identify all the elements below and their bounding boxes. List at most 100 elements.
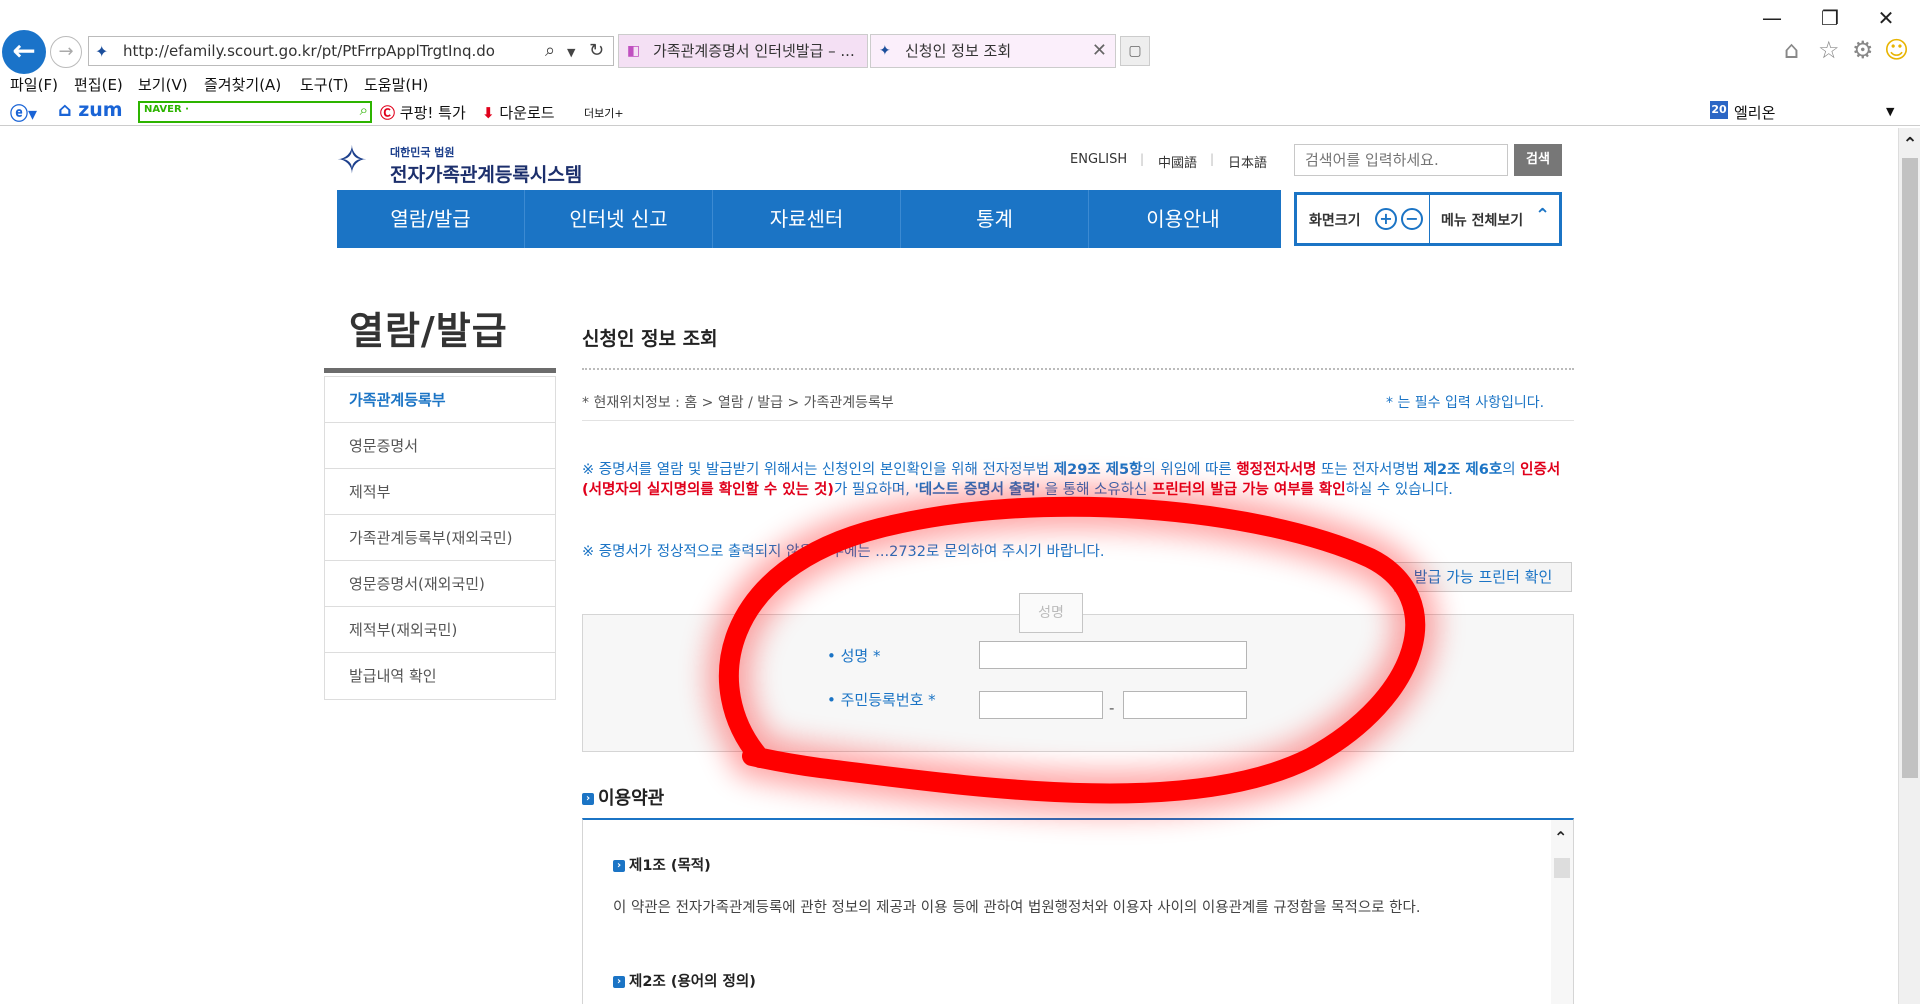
menu-edit[interactable]: 편집(E) xyxy=(74,74,123,95)
gnb-usage-guide[interactable]: 이용안내 xyxy=(1089,190,1277,248)
sidebar-item-removed-register-overseas[interactable]: 제적부(재외국민) xyxy=(325,607,555,653)
naver-search-input[interactable]: NAVER · ⌕ xyxy=(138,101,372,123)
home-icon[interactable]: ⌂ xyxy=(1784,36,1799,64)
dropdown-caret-icon[interactable]: ▼ xyxy=(567,46,575,59)
more-link[interactable]: 더보기+ xyxy=(584,105,624,121)
menu-favorites[interactable]: 즐겨찾기(A) xyxy=(204,74,281,95)
site-logo[interactable]: ✧ 대한민국 법원 전자가족관계등록시스템 xyxy=(336,138,582,194)
terms-scrollbar[interactable]: ⌃ xyxy=(1551,820,1573,1004)
forward-arrow-icon[interactable]: → xyxy=(50,36,82,68)
browser-toolbar: ⓔ▾ ⌂ zum NAVER · ⌕ Ⓒ 쿠팡! 특가 ⬇ 다운로드 더보기+ … xyxy=(0,98,1920,126)
page-tools: 화면크기 + − 메뉴 전체보기 ⌃ xyxy=(1294,192,1562,246)
tab-applicant-info[interactable]: ✦ 신청인 정보 조회 ✕ xyxy=(870,34,1116,68)
close-icon[interactable]: ✕ xyxy=(1092,35,1107,67)
sidebar-item-family-register[interactable]: 가족관계등록부 xyxy=(325,377,555,423)
coupang-icon: Ⓒ xyxy=(380,104,396,122)
sidebar-item-issue-history[interactable]: 발급내역 확인 xyxy=(325,653,555,699)
name-input[interactable] xyxy=(979,641,1247,669)
new-tab-button[interactable]: ▢ xyxy=(1120,36,1150,66)
all-menu-button[interactable]: 메뉴 전체보기 xyxy=(1441,210,1523,230)
site-search-input[interactable] xyxy=(1294,144,1508,176)
tab-label: 가족관계증명서 인터넷발급 – ... xyxy=(653,42,855,60)
rrn-front-input[interactable] xyxy=(979,691,1103,719)
menu-tools[interactable]: 도구(T) xyxy=(300,74,348,95)
required-note: * 는 필수 입력 사항입니다. xyxy=(1386,395,1545,411)
close-window-button[interactable]: ✕ xyxy=(1866,4,1906,32)
bullet-arrow-icon: › xyxy=(613,976,625,988)
coupang-link[interactable]: Ⓒ 쿠팡! 특가 xyxy=(380,102,466,123)
sidebar-item-english-certificate-overseas[interactable]: 영문증명서(재외국민) xyxy=(325,561,555,607)
sidebar-item-english-certificate[interactable]: 영문증명서 xyxy=(325,423,555,469)
tab-label: 신청인 정보 조회 xyxy=(905,42,1012,60)
article-title-label: 제1조 (목적) xyxy=(629,858,711,874)
magnifier-icon[interactable]: ⌕ xyxy=(545,40,555,61)
sidebar-item-family-register-overseas[interactable]: 가족관계등록부(재외국민) xyxy=(325,515,555,561)
scroll-up-icon[interactable]: ⌃ xyxy=(1899,134,1920,155)
restore-button[interactable]: ❐ xyxy=(1810,4,1850,32)
refresh-icon[interactable]: ↻ xyxy=(589,40,604,61)
scroll-thumb[interactable] xyxy=(1902,158,1918,778)
gnb-statistics[interactable]: 통계 xyxy=(901,190,1089,248)
ie-logo-icon[interactable]: ⓔ▾ xyxy=(10,100,37,126)
terms-scroll-thumb[interactable] xyxy=(1554,858,1570,878)
rrn-label: • 주민등록번호 * xyxy=(827,691,936,709)
rrn-back-input[interactable] xyxy=(1123,691,1247,719)
search-icon[interactable]: ⌕ xyxy=(360,101,368,119)
check-printer-button[interactable]: 발급 가능 프린터 확인 xyxy=(1394,562,1572,592)
terms-heading: › 이용약관 xyxy=(582,784,664,810)
zoom-out-button[interactable]: − xyxy=(1401,208,1423,230)
address-url[interactable]: http://efamily.scourt.go.kr/pt/PtFrrpApp… xyxy=(123,42,495,60)
certificate-notice: ※ 증명서를 열람 및 발급받기 위해서는 신청인의 본인확인을 위해 전자정부… xyxy=(582,460,1568,500)
site-search-button[interactable]: 검색 xyxy=(1514,144,1562,176)
zum-logo[interactable]: ⌂ zum xyxy=(58,99,123,121)
elion-link[interactable]: 엘리온 xyxy=(1734,102,1775,123)
notice-text: 을 통해 소유하신 xyxy=(1040,482,1152,498)
lang-japanese[interactable]: 日本語 xyxy=(1228,152,1267,171)
menu-file[interactable]: 파일(F) xyxy=(10,74,58,95)
bullet-arrow-icon: › xyxy=(613,860,625,872)
print-problem-notice: ※ 증명서가 정상적으로 출력되지 않을 경우에는 ...2732로 문의하여 … xyxy=(582,544,1105,560)
menu-help[interactable]: 도움말(H) xyxy=(364,74,428,95)
web-page: ⌃ ✧ 대한민국 법원 전자가족관계등록시스템 ENGLISH | 中國語 | … xyxy=(0,128,1920,1004)
zoom-in-button[interactable]: + xyxy=(1375,208,1397,230)
menu-view[interactable]: 보기(V) xyxy=(138,74,188,95)
name-floating-button[interactable]: 성명 xyxy=(1019,593,1083,633)
notice-text: 또는 전자서명법 xyxy=(1316,462,1424,478)
scroll-up-icon[interactable]: ⌃ xyxy=(1554,828,1567,847)
gnb-view-issue[interactable]: 열람/발급 xyxy=(337,190,525,248)
terms-panel[interactable]: › 제1조 (목적) 이 약관은 전자가족관계등록에 관한 정보의 제공과 이용 … xyxy=(582,818,1574,1004)
terms-heading-label: 이용약관 xyxy=(598,788,665,809)
gear-icon[interactable]: ⚙ xyxy=(1852,36,1874,64)
download-link[interactable]: ⬇ 다운로드 xyxy=(482,102,555,123)
menu-bar: 파일(F) 편집(E) 보기(V) 즐겨찾기(A) 도구(T) 도움말(H) xyxy=(0,72,1920,96)
tab-favicon-icon: ✦ xyxy=(879,43,891,59)
back-arrow-icon[interactable]: ← xyxy=(2,30,46,74)
chevron-up-icon[interactable]: ⌃ xyxy=(1535,205,1550,226)
name-label: • 성명 * xyxy=(827,647,881,665)
site-favicon-icon: ✦ xyxy=(95,42,109,61)
smiley-icon[interactable]: ☺ xyxy=(1884,36,1909,64)
sidebar-item-removed-register[interactable]: 제적부 xyxy=(325,469,555,515)
page-title: 신청인 정보 조회 xyxy=(582,328,718,350)
notice-text: 하실 수 있습니다. xyxy=(1345,482,1453,498)
notice-emphasis: 제29조 제5항 xyxy=(1053,462,1143,478)
minimize-button[interactable]: — xyxy=(1752,4,1792,32)
breadcrumb-divider xyxy=(582,420,1574,421)
lang-chinese[interactable]: 中國語 xyxy=(1158,152,1197,171)
page-scrollbar[interactable]: ⌃ xyxy=(1898,128,1920,1004)
gnb-internet-report[interactable]: 인터넷 신고 xyxy=(525,190,713,248)
address-bar[interactable]: ✦ http://efamily.scourt.go.kr/pt/PtFrrpA… xyxy=(88,36,614,66)
elion-badge[interactable]: 20 xyxy=(1710,101,1728,119)
lang-english[interactable]: ENGLISH xyxy=(1070,152,1127,167)
article-title: › 제1조 (목적) xyxy=(613,854,711,875)
article-title: › 제2조 (용어의 정의) xyxy=(613,970,756,991)
tab-favicon-icon: ◧ xyxy=(627,43,641,59)
article-title-label: 제2조 (용어의 정의) xyxy=(629,974,756,990)
toolbar-dropdown-icon[interactable]: ▼ xyxy=(1886,105,1894,118)
gnb-data-center[interactable]: 자료센터 xyxy=(713,190,901,248)
tab-family-certificate[interactable]: ◧ 가족관계증명서 인터넷발급 – ... xyxy=(618,34,868,68)
notice-text: 의 위임에 따른 xyxy=(1142,462,1237,478)
star-icon[interactable]: ☆ xyxy=(1818,36,1840,64)
download-icon: ⬇ xyxy=(482,104,495,122)
naver-label: NAVER · xyxy=(144,104,189,115)
